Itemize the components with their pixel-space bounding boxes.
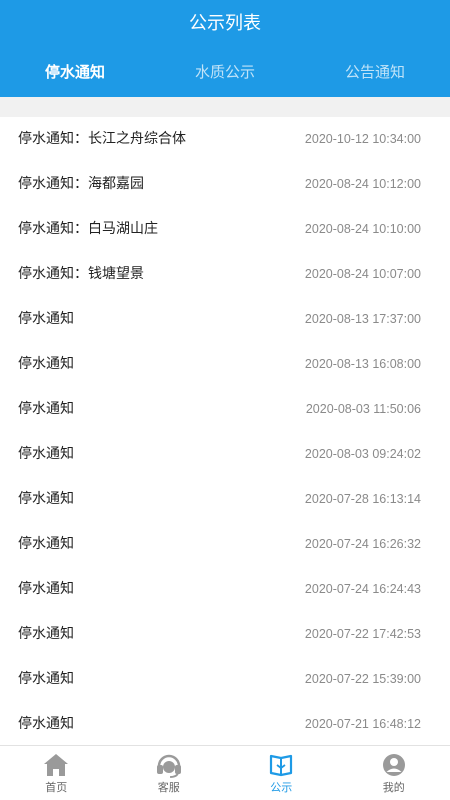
list-item[interactable]: 停水通知 2020-08-03 09:24:02 [0,432,450,477]
notice-time: 2020-08-13 16:08:00 [304,357,421,371]
notice-title: 停水通知 [18,356,74,372]
tab-water-quality[interactable]: 水质公示 [150,50,300,97]
list-item[interactable]: 停水通知：长江之舟综合体 2020-10-12 10:34:00 [0,117,450,162]
notice-time: 2020-07-21 16:48:12 [304,717,421,731]
tab-water-outage[interactable]: 停水通知 [0,50,150,97]
notice-title: 停水通知 [18,311,74,327]
list-item[interactable]: 停水通知：海都嘉园 2020-08-24 10:12:00 [0,162,450,207]
nav-item-service[interactable]: 客服 [113,746,226,800]
section-divider [0,97,450,117]
notice-title: 停水通知 [18,626,74,642]
headset-icon [156,754,181,778]
list-item[interactable]: 停水通知：钱塘望景 2020-08-24 10:07:00 [0,252,450,297]
notice-title: 停水通知 [18,491,74,507]
nav-label-notice: 公示 [270,781,293,794]
home-icon [44,754,69,776]
notice-time: 2020-08-24 10:10:00 [304,222,421,236]
notice-title: 停水通知 [18,671,74,687]
nav-label-service: 客服 [157,781,180,794]
notice-title: 停水通知 [18,536,74,552]
notice-time: 2020-07-22 15:39:00 [304,672,421,686]
page-title: 公示列表 [189,13,261,34]
notice-time: 2020-07-24 16:24:43 [304,582,421,596]
notice-title: 停水通知 [18,401,74,417]
notice-title: 停水通知 [18,581,74,597]
notice-title: 停水通知：钱塘望景 [18,266,144,282]
notice-time: 2020-07-28 16:13:14 [304,492,421,506]
notice-title: 停水通知 [18,446,74,462]
nav-item-notice[interactable]: 公示 [225,746,338,800]
notice-time: 2020-08-03 11:50:06 [305,402,421,416]
notice-book-icon [270,754,293,777]
bottom-nav: 首页 客服 公示 我的 [0,745,450,800]
list-item[interactable]: 停水通知 2020-07-28 16:13:14 [0,477,450,522]
notice-time: 2020-08-24 10:12:00 [304,177,421,191]
notice-time: 2020-07-22 17:42:53 [304,627,421,641]
notice-list[interactable]: 停水通知：长江之舟综合体 2020-10-12 10:34:00 停水通知：海都嘉园… [0,117,450,745]
list-item[interactable]: 停水通知 2020-07-22 15:39:00 [0,657,450,702]
user-icon [382,754,405,776]
nav-label-mine: 我的 [382,781,405,794]
nav-item-home[interactable]: 首页 [0,746,113,800]
notice-time: 2020-08-03 09:24:02 [304,447,421,461]
list-item[interactable]: 停水通知 2020-07-22 17:42:53 [0,612,450,657]
list-item[interactable]: 停水通知 2020-08-03 11:50:06 [0,387,450,432]
list-item[interactable]: 停水通知：白马湖山庄 2020-08-24 10:10:00 [0,207,450,252]
notice-time: 2020-07-24 16:26:32 [304,537,421,551]
notice-title: 停水通知 [18,716,74,732]
notice-title: 停水通知：海都嘉园 [18,176,144,192]
list-item[interactable]: 停水通知 2020-07-24 16:26:32 [0,522,450,567]
nav-item-mine[interactable]: 我的 [338,746,450,800]
notice-time: 2020-08-13 17:37:00 [304,312,421,326]
notice-title: 停水通知：白马湖山庄 [18,221,158,237]
tab-bar: 停水通知 水质公示 公告通知 [0,50,450,97]
list-item[interactable]: 停水通知 2020-08-13 16:08:00 [0,342,450,387]
app: 公示列表 停水通知 水质公示 公告通知 停水通知：长江之舟综合体 2020-10-… [0,0,450,800]
header-bar: 公示列表 停水通知 水质公示 公告通知 [0,0,450,97]
notice-time: 2020-10-12 10:34:00 [304,132,421,146]
list-item[interactable]: 停水通知 2020-07-21 16:48:12 [0,702,450,745]
list-item[interactable]: 停水通知 2020-08-13 17:37:00 [0,297,450,342]
notice-title: 停水通知：长江之舟综合体 [18,131,186,147]
notice-time: 2020-08-24 10:07:00 [304,267,421,281]
nav-label-home: 首页 [45,781,68,794]
tab-announcement[interactable]: 公告通知 [300,50,450,97]
list-item[interactable]: 停水通知 2020-07-24 16:24:43 [0,567,450,612]
